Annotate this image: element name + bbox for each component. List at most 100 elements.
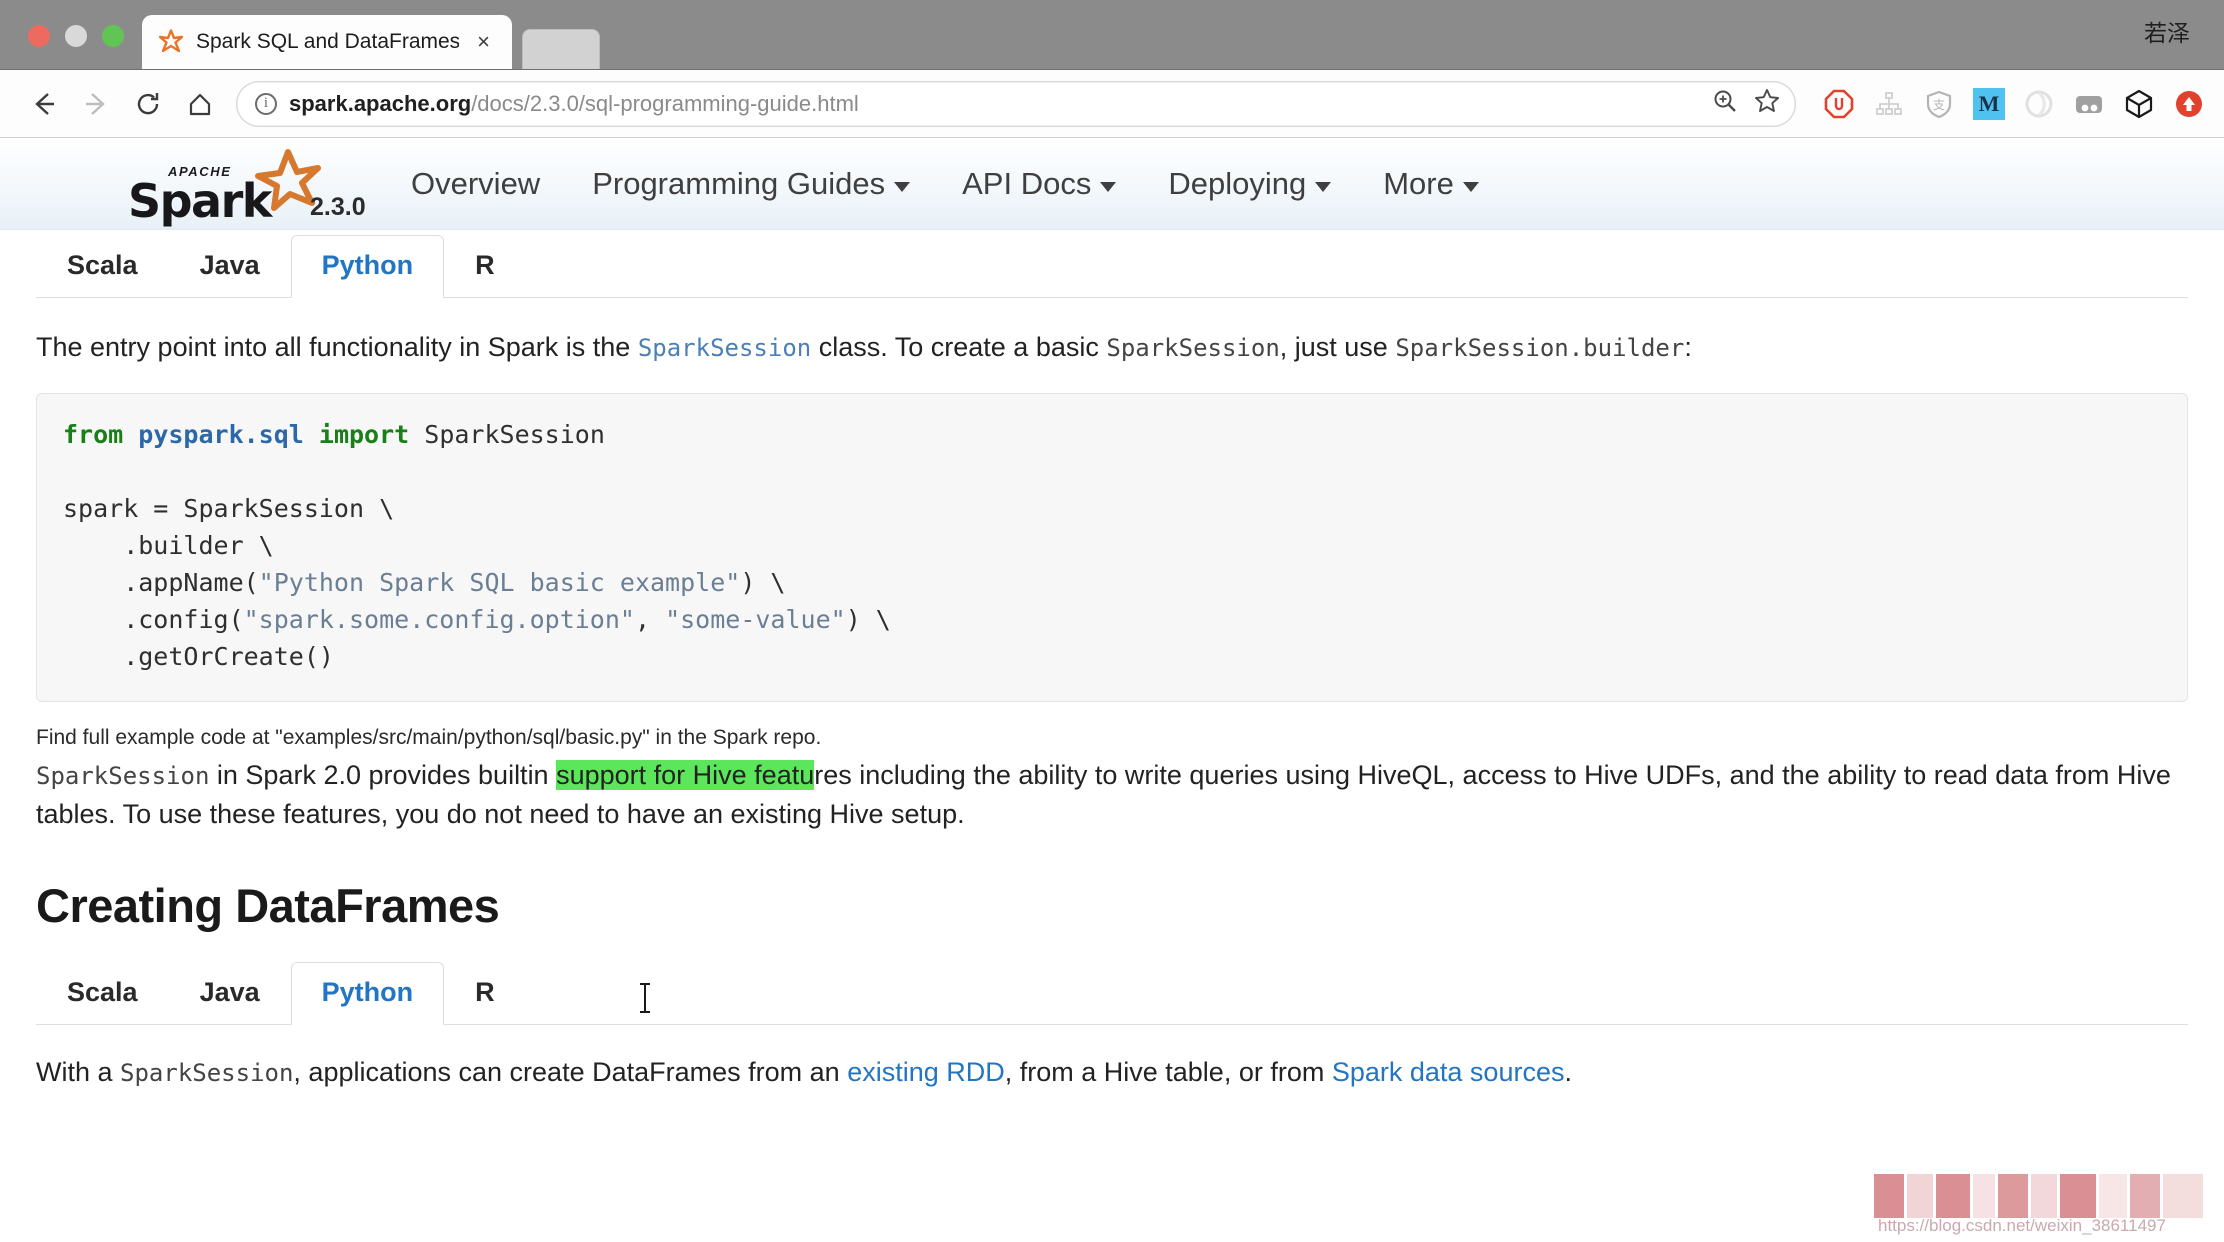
page-title-creating-dataframes: Creating DataFrames bbox=[36, 879, 500, 933]
address-bar[interactable]: i spark.apache.org/docs/2.3.0/sql-progra… bbox=[236, 80, 1796, 127]
code-token: .config( bbox=[63, 605, 244, 635]
tab-r-2[interactable]: R bbox=[444, 962, 526, 1025]
close-tab-button[interactable]: × bbox=[471, 31, 496, 53]
forward-button[interactable] bbox=[70, 78, 122, 130]
watermark-text: https://blog.csdn.net/weixin_38611497 bbox=[1878, 1216, 2166, 1235]
code-block-python[interactable]: from pyspark.sql import SparkSession spa… bbox=[36, 393, 2188, 703]
code-token: "spark.some.config.option" bbox=[243, 605, 635, 635]
tab-python[interactable]: Python bbox=[290, 235, 445, 298]
find-example-note: Find full example code at "examples/src/… bbox=[36, 726, 822, 750]
spark-logo[interactable]: APACHE Spark 2.3.0 bbox=[128, 144, 366, 228]
close-window-button[interactable] bbox=[28, 25, 50, 47]
browser-titlebar: Spark SQL and DataFrames - × 若泽 bbox=[0, 0, 2224, 70]
page-content: Scala Java Python R The entry point into… bbox=[0, 235, 2224, 1093]
code-line: .config("spark.some.config.option", "som… bbox=[63, 601, 2161, 638]
link-spark-data-sources[interactable]: Spark data sources bbox=[1332, 1057, 1565, 1087]
tab-scala[interactable]: Scala bbox=[36, 235, 169, 298]
nav-item-label: Overview bbox=[411, 165, 541, 201]
momentum-letter: M bbox=[1973, 87, 2005, 120]
nav-item-overview[interactable]: Overview bbox=[385, 166, 566, 202]
nav-item-api-docs[interactable]: API Docs bbox=[936, 166, 1142, 202]
nav-item-deploying[interactable]: Deploying bbox=[1142, 166, 1357, 202]
tab-strip: Spark SQL and DataFrames - × bbox=[142, 15, 600, 69]
back-button[interactable] bbox=[18, 78, 70, 130]
intro-code-sparksession-link[interactable]: SparkSession bbox=[638, 334, 811, 362]
minimize-window-button[interactable] bbox=[65, 25, 87, 47]
reload-button[interactable] bbox=[122, 78, 174, 130]
upload-icon[interactable] bbox=[2172, 87, 2206, 121]
df-text-3: , from a Hive table, or from bbox=[1004, 1057, 1332, 1088]
intro-paragraph: The entry point into all functionality i… bbox=[36, 328, 2188, 367]
nav-item-label: More bbox=[1383, 165, 1454, 201]
df-text-2: , applications can create DataFrames fro… bbox=[293, 1057, 848, 1088]
maximize-window-button[interactable] bbox=[102, 25, 124, 47]
tab-java-2[interactable]: Java bbox=[169, 962, 291, 1025]
intro-text-1: The entry point into all functionality i… bbox=[36, 332, 638, 362]
intro-text-4: : bbox=[1684, 332, 1692, 362]
shield-icon[interactable]: 支 bbox=[1922, 87, 1956, 121]
hive-text-1: in Spark 2.0 provides builtin bbox=[209, 760, 557, 791]
code-token: "some-value" bbox=[665, 605, 846, 635]
spark-site-nav: APACHE Spark 2.3.0 Overview Programming … bbox=[0, 138, 2224, 230]
df-text-4: . bbox=[1564, 1057, 1572, 1088]
hive-code-sparksession: SparkSession bbox=[36, 762, 210, 791]
bookmark-star-icon[interactable] bbox=[1753, 87, 1781, 120]
site-info-icon[interactable]: i bbox=[255, 92, 277, 115]
address-bar-actions bbox=[1711, 87, 1781, 120]
momentum-icon[interactable]: M bbox=[1972, 87, 2006, 121]
intro-text-2: class. To create a basic bbox=[811, 332, 1107, 362]
cube-icon[interactable] bbox=[2122, 87, 2156, 121]
tabs-icon[interactable] bbox=[2072, 87, 2106, 121]
logo-version: 2.3.0 bbox=[310, 192, 366, 221]
code-line: spark = SparkSession \ bbox=[63, 490, 2161, 527]
code-token: "Python Spark SQL basic example" bbox=[258, 568, 741, 598]
tab-java[interactable]: Java bbox=[169, 235, 291, 298]
chevron-down-icon bbox=[1462, 181, 1479, 192]
language-tabs-bottom: Scala Java Python R bbox=[36, 962, 2188, 1026]
code-token: .getOrCreate() bbox=[63, 642, 334, 672]
code-line: from pyspark.sql import SparkSession bbox=[63, 416, 2161, 453]
code-token: , bbox=[634, 605, 666, 635]
intro-code-sparksession: SparkSession bbox=[1106, 334, 1280, 362]
browser-window: Spark SQL and DataFrames - × 若泽 i spark.… bbox=[0, 0, 2224, 1242]
code-token: ) \ bbox=[740, 568, 786, 598]
link-existing-rdd[interactable]: existing RDD bbox=[847, 1057, 1005, 1087]
code-token: .builder \ bbox=[63, 531, 274, 561]
dataframe-paragraph: With a SparkSession, applications can cr… bbox=[36, 1053, 2188, 1092]
browser-tab[interactable]: Spark SQL and DataFrames - × bbox=[142, 15, 512, 69]
home-button[interactable] bbox=[174, 78, 226, 130]
hive-paragraph: SparkSession in Spark 2.0 provides built… bbox=[36, 756, 2188, 834]
spark-star-icon bbox=[158, 29, 184, 55]
nav-item-programming-guides[interactable]: Programming Guides bbox=[566, 166, 936, 202]
chevron-down-icon bbox=[894, 181, 911, 192]
nav-item-label: Programming Guides bbox=[592, 165, 886, 201]
nav-item-more[interactable]: More bbox=[1357, 166, 1505, 202]
code-token: pyspark.sql bbox=[138, 420, 304, 450]
nav-item-label: API Docs bbox=[962, 165, 1092, 201]
tab-python-2[interactable]: Python bbox=[290, 962, 445, 1026]
new-tab-button[interactable] bbox=[522, 29, 600, 69]
url-host: spark.apache.org bbox=[289, 90, 472, 116]
adblock-icon[interactable] bbox=[1822, 87, 1856, 121]
extension-toolbar: 支 M bbox=[1810, 87, 2206, 121]
page-viewport: APACHE Spark 2.3.0 Overview Programming … bbox=[0, 138, 2224, 1242]
code-token: ) \ bbox=[845, 605, 891, 635]
df-code-sparksession: SparkSession bbox=[120, 1059, 294, 1088]
df-text-1: With a bbox=[36, 1057, 121, 1088]
tab-r[interactable]: R bbox=[444, 235, 526, 298]
nav-items: Overview Programming Guides API Docs Dep… bbox=[385, 166, 1505, 202]
language-tabs-top: Scala Java Python R bbox=[36, 235, 2188, 298]
code-line: .appName("Python Spark SQL basic example… bbox=[63, 564, 2161, 601]
sitemap-icon[interactable] bbox=[1872, 87, 1906, 121]
tab-title: Spark SQL and DataFrames - bbox=[196, 30, 460, 53]
zoom-in-icon[interactable] bbox=[1711, 87, 1739, 120]
profile-name[interactable]: 若泽 bbox=[2144, 14, 2190, 48]
tab-scala-2[interactable]: Scala bbox=[36, 962, 169, 1025]
circle-icon[interactable] bbox=[2022, 87, 2056, 121]
url-path: /docs/2.3.0/sql-programming-guide.html bbox=[471, 90, 859, 116]
code-line: .getOrCreate() bbox=[63, 638, 2161, 675]
code-line: .builder \ bbox=[63, 527, 2161, 564]
code-token: .appName( bbox=[63, 568, 259, 598]
